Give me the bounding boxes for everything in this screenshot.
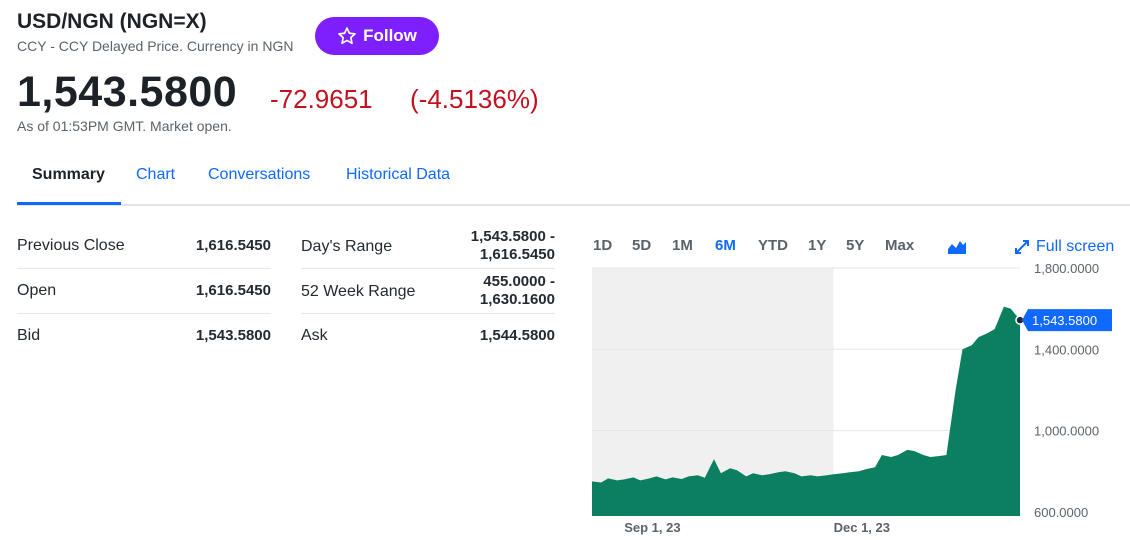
range-1m[interactable]: 1M: [672, 237, 693, 254]
quote-subtitle: CCY - CCY Delayed Price. Currency in NGN: [17, 38, 294, 54]
x-tick-label: Sep 1, 23: [624, 520, 680, 535]
fullscreen-label: Full screen: [1036, 238, 1115, 255]
stat-row-bid: Bid 1,543.5800: [17, 314, 271, 359]
stat-label: Ask: [301, 327, 328, 344]
stat-value-line2: 1,630.1600: [479, 291, 555, 308]
stat-value-line2: 1,616.5450: [479, 246, 555, 263]
stat-value: 1,543.5800: [195, 327, 271, 344]
range-1y[interactable]: 1Y: [808, 237, 826, 254]
current-price: 1,543.5800: [17, 68, 238, 116]
price-change-percent: (-4.5136%): [410, 84, 539, 114]
fullscreen-button[interactable]: Full screen: [1014, 238, 1114, 256]
stat-row-open: Open 1,616.5450: [17, 269, 271, 314]
price-chart[interactable]: 1,800.0000 1,400.0000 1,000.0000 600.0000 Se…: [592, 262, 1130, 540]
stat-value-line1: 1,543.5800 -: [470, 228, 555, 245]
tab-historical-data[interactable]: Historical Data: [346, 166, 450, 184]
follow-button[interactable]: Follow: [315, 17, 439, 55]
follow-label: Follow: [363, 26, 417, 45]
tab-summary[interactable]: Summary: [32, 166, 105, 184]
y-tick-label: 1,400.0000: [1034, 342, 1099, 357]
range-6m[interactable]: 6M: [715, 237, 736, 254]
stat-value-line1: 455.0000 -: [483, 273, 555, 290]
stat-value: 1,616.5450: [195, 282, 271, 299]
tab-chart[interactable]: Chart: [136, 166, 175, 184]
stat-label: Bid: [17, 327, 41, 344]
range-max[interactable]: Max: [885, 237, 914, 254]
range-1d[interactable]: 1D: [593, 237, 612, 254]
stat-row-days-range: Day's Range 1,543.5800 - 1,616.5450: [301, 224, 555, 269]
expand-icon: [1015, 240, 1029, 254]
stat-row-52-week-range: 52 Week Range 455.0000 - 1,630.1600: [301, 269, 555, 314]
range-ytd[interactable]: YTD: [758, 237, 788, 254]
stat-label: Open: [17, 282, 57, 299]
tab-conversations[interactable]: Conversations: [208, 166, 310, 184]
stat-label: Previous Close: [17, 237, 125, 254]
y-tick-label: 1,000.0000: [1034, 424, 1099, 439]
as-of-time: As of 01:53PM GMT. Market open.: [17, 118, 232, 134]
stat-label: Day's Range: [301, 238, 393, 255]
y-tick-label: 1,800.0000: [1034, 262, 1099, 276]
current-price-badge-label: 1,543.5800: [1032, 313, 1097, 328]
stat-label: 52 Week Range: [301, 283, 416, 300]
stat-value: 1,544.5800: [479, 327, 555, 344]
mountain-chart-icon[interactable]: [948, 238, 966, 254]
stat-row-previous-close: Previous Close 1,616.5450: [17, 224, 271, 269]
range-5y[interactable]: 5Y: [846, 237, 864, 254]
page-title: USD/NGN (NGN=X): [17, 10, 207, 33]
active-tab-underline: [17, 202, 121, 205]
star-icon: [338, 27, 356, 45]
stat-value: 1,616.5450: [195, 237, 271, 254]
quote-tabs: Summary Chart Conversations Historical D…: [17, 160, 1130, 206]
stat-row-ask: Ask 1,544.5800: [301, 314, 555, 359]
x-tick-label: Dec 1, 23: [834, 520, 890, 535]
range-5d[interactable]: 5D: [632, 237, 651, 254]
y-tick-label: 600.0000: [1034, 505, 1088, 520]
price-change: -72.9651: [270, 84, 373, 114]
